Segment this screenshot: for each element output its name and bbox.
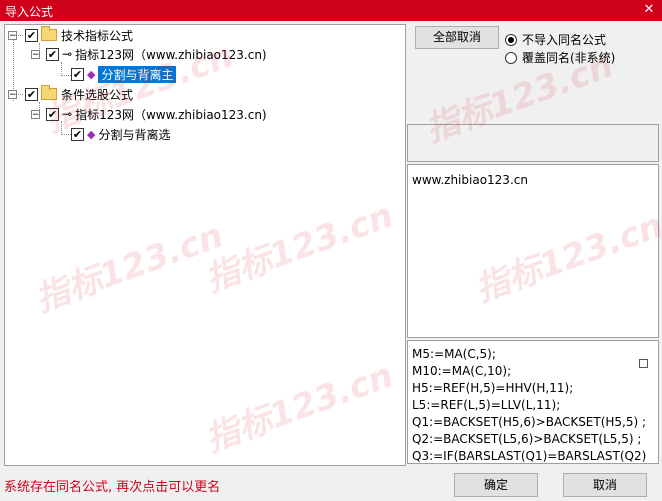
blank-panel (407, 124, 659, 162)
key-icon: ⊸ (62, 107, 73, 121)
small-checkbox[interactable] (639, 359, 648, 368)
checkbox[interactable]: ✔ (46, 107, 59, 121)
formula-icon: ◆ (87, 127, 96, 141)
code-line: H5:=REF(H,5)=HHV(H,11); (412, 381, 574, 395)
tree-node-stock-selection[interactable]: − ✔ 条件选股公式 (8, 85, 133, 103)
tree-node-label: 指标123网（www.zhibiao123.cn) (75, 107, 267, 122)
status-message: 系统存在同名公式, 再次点击可以更名 (4, 480, 221, 495)
tree-line (61, 121, 62, 135)
tree-node-label: 分割与背离主 (98, 65, 177, 83)
code-line: Q2:=BACKSET(L5,6)>BACKSET(L5,5) ; (412, 432, 642, 446)
radio-skip-duplicates[interactable]: 不导入同名公式 (505, 31, 606, 48)
ok-button[interactable]: 确定 (454, 473, 538, 497)
tree-node-group[interactable]: − ✔ ⊸ 指标123网（www.zhibiao123.cn) (31, 105, 267, 123)
collapse-icon[interactable]: − (8, 30, 17, 40)
description-text: www.zhibiao123.cn (412, 173, 528, 187)
code-line: Q3:=IF(BARSLAST(Q1)=BARSLAST(Q2) (412, 449, 647, 463)
checkbox[interactable]: ✔ (71, 127, 84, 141)
tree-node-label: 技术指标公式 (61, 28, 134, 43)
tree-node-label: 分割与背离选 (98, 127, 171, 142)
radio-label: 不导入同名公式 (522, 33, 607, 47)
title-bar: 导入公式 ✕ (0, 0, 662, 21)
code-panel[interactable]: M5:=MA(C,5); M10:=MA(C,10); H5:=REF(H,5)… (407, 340, 659, 464)
cancel-all-button[interactable]: 全部取消 (415, 26, 499, 49)
collapse-icon[interactable]: − (31, 109, 40, 119)
collapse-icon[interactable]: − (31, 49, 40, 59)
tree-node-label: 条件选股公式 (61, 87, 134, 102)
tree-node-formula[interactable]: ✔ ◆ 分割与背离选 (71, 125, 170, 143)
tree-line (61, 62, 62, 76)
folder-icon (41, 26, 57, 41)
code-line: Q1:=BACKSET(H5,6)>BACKSET(H5,5) ; (412, 415, 647, 429)
code-line: L5:=REF(L,5)=LLV(L,11); (412, 398, 561, 412)
description-panel: www.zhibiao123.cn (407, 164, 659, 338)
radio-button[interactable] (505, 33, 517, 46)
checkbox[interactable]: ✔ (71, 67, 84, 81)
key-icon: ⊸ (62, 47, 73, 61)
code-line: M5:=MA(C,5); (412, 347, 496, 361)
cancel-button[interactable]: 取消 (563, 473, 647, 497)
checkbox[interactable]: ✔ (25, 28, 38, 42)
radio-button[interactable] (505, 51, 517, 64)
code-line: M10:=MA(C,10); (412, 364, 512, 378)
tree-node-group[interactable]: − ✔ ⊸ 指标123网（www.zhibiao123.cn) (31, 45, 267, 63)
checkbox[interactable]: ✔ (46, 47, 59, 61)
tree-node-formula[interactable]: ✔ ◆ 分割与背离主 (71, 65, 177, 83)
tree-node-label: 指标123网（www.zhibiao123.cn) (75, 47, 267, 62)
checkbox[interactable]: ✔ (25, 87, 38, 101)
window-title: 导入公式 (5, 5, 54, 19)
tree-line (61, 75, 71, 76)
formula-icon: ◆ (87, 67, 96, 81)
tree-node-tech-indicators[interactable]: − ✔ 技术指标公式 (8, 26, 133, 44)
close-icon[interactable]: ✕ (642, 3, 656, 17)
formula-tree[interactable]: − ✔ 技术指标公式 − ✔ ⊸ 指标123网（www.zhibiao123.c… (4, 24, 406, 466)
radio-label: 覆盖同名(非系统) (522, 51, 616, 65)
radio-overwrite[interactable]: 覆盖同名(非系统) (505, 49, 615, 66)
collapse-icon[interactable]: − (8, 89, 17, 99)
tree-line (61, 134, 71, 135)
folder-icon (41, 85, 57, 100)
